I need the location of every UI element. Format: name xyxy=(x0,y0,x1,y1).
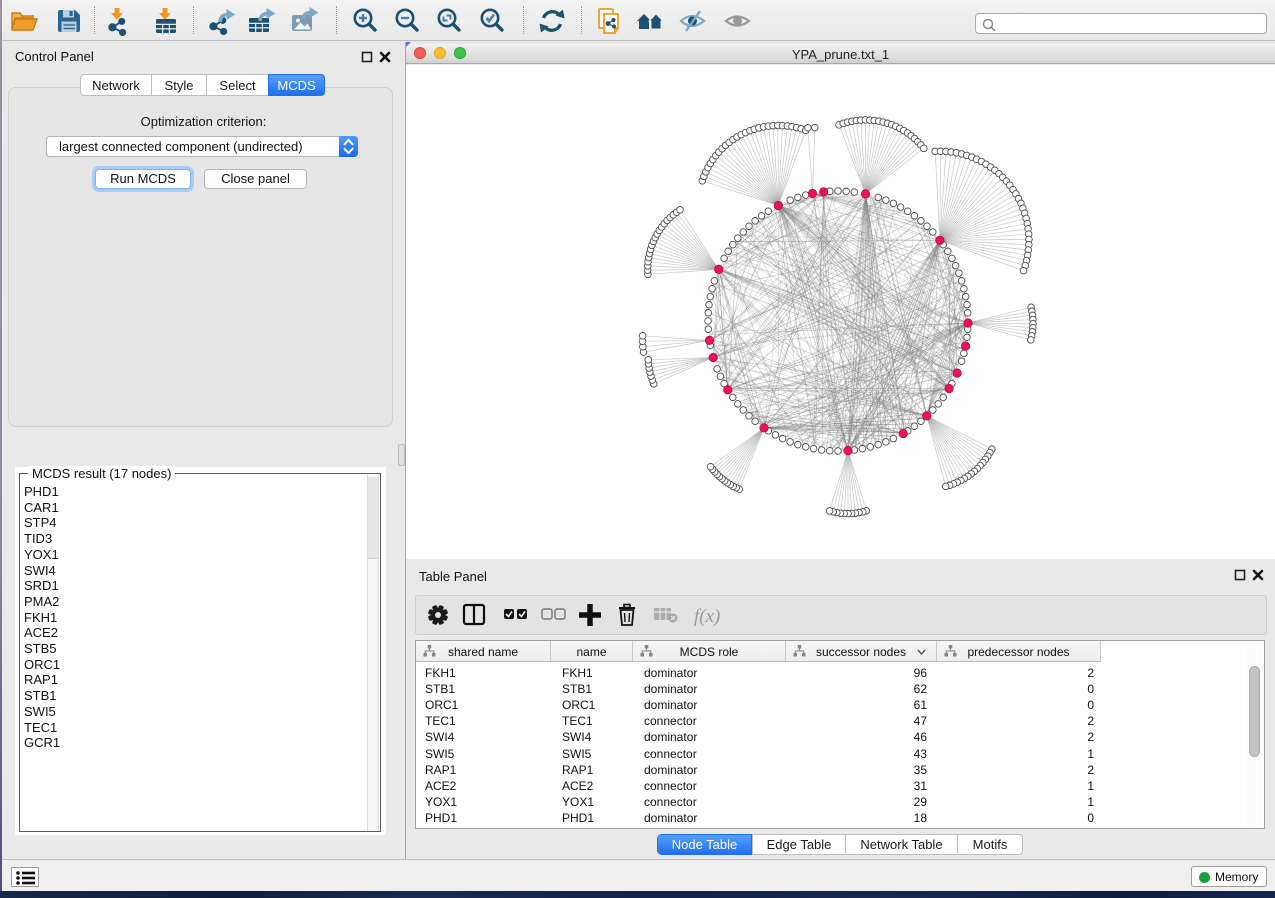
svg-text:f(x): f(x) xyxy=(694,606,720,627)
